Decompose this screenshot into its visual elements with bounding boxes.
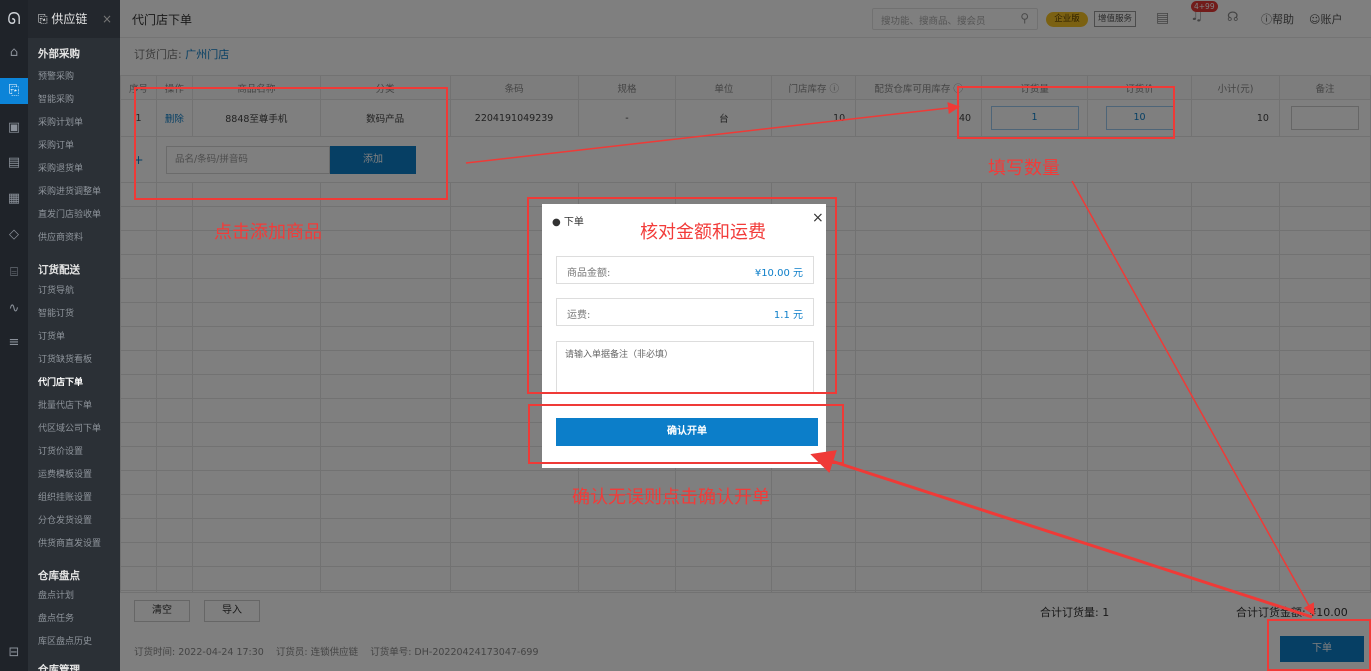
arrow-submit-to-confirm — [810, 450, 1313, 619]
annotation-add-goods: 点击添加商品 — [214, 222, 322, 243]
arrow-add-to-qty — [465, 102, 960, 164]
annotation-arrows — [465, 102, 1315, 619]
annotation-check-amount: 核对金额和运费 — [640, 222, 766, 243]
annotation-fill-qty: 填写数量 — [988, 158, 1060, 179]
annotation-confirm-hint: 确认无误则点击确认开单 — [572, 487, 770, 508]
arrow-qty-to-submit — [1071, 180, 1315, 616]
